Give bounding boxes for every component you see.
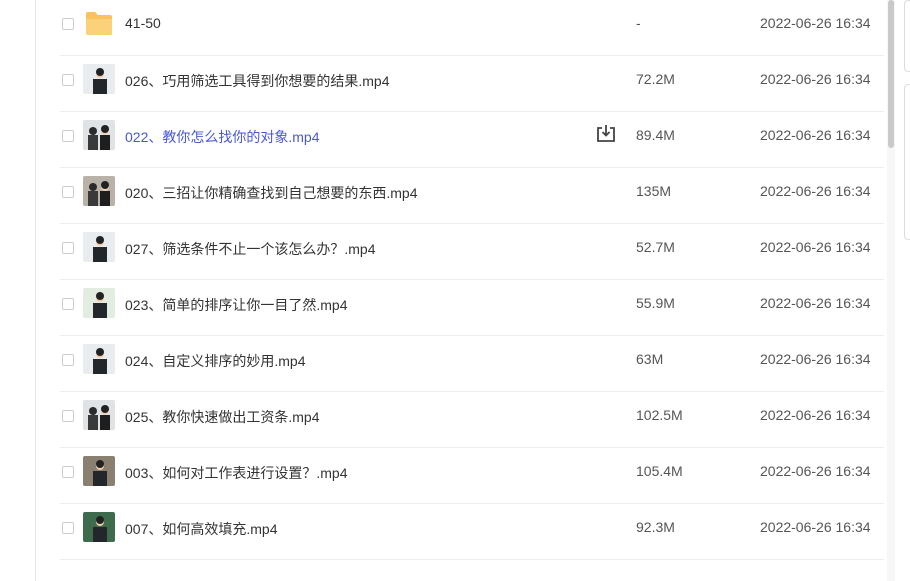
file-name[interactable]: 41-50: [125, 15, 161, 31]
modified-date: 2022-06-26 16:34: [760, 71, 871, 87]
file-size: 52.7M: [636, 239, 675, 255]
file-row[interactable]: 025、教你快速做出工资条.mp4 102.5M 2022-06-26 16:34: [60, 392, 884, 448]
file-row[interactable]: 024、自定义排序的妙用.mp4 63M 2022-06-26 16:34: [60, 336, 884, 392]
file-name[interactable]: 020、三招让你精确查找到自己想要的东西.mp4: [125, 183, 417, 203]
file-size: 72.2M: [636, 71, 675, 87]
file-row[interactable]: 026、巧用筛选工具得到你想要的结果.mp4 72.2M 2022-06-26 16…: [60, 56, 884, 112]
file-size: 105.4M: [636, 463, 683, 479]
file-size: 89.4M: [636, 127, 675, 143]
file-size: 55.9M: [636, 295, 675, 311]
content-left-border: [35, 0, 36, 581]
download-icon[interactable]: [595, 123, 617, 145]
file-size: 63M: [636, 351, 664, 367]
file-size: 102.5M: [636, 407, 683, 423]
file-row[interactable]: 007、如何高效填充.mp4 92.3M 2022-06-26 16:34: [60, 504, 884, 560]
scrollbar-thumb[interactable]: [888, 0, 894, 148]
video-thumbnail: [83, 176, 115, 206]
modified-date: 2022-06-26 16:34: [760, 15, 871, 31]
modified-date: 2022-06-26 16:34: [760, 127, 871, 143]
video-thumbnail: [83, 64, 115, 94]
file-size: -: [636, 15, 641, 31]
modified-date: 2022-06-26 16:34: [760, 519, 871, 535]
modified-date: 2022-06-26 16:34: [760, 183, 871, 199]
video-thumbnail: [83, 232, 115, 262]
video-thumbnail: [83, 400, 115, 430]
modified-date: 2022-06-26 16:34: [760, 239, 871, 255]
file-name[interactable]: 023、简单的排序让你一目了然.mp4: [125, 295, 347, 315]
file-row[interactable]: 003、如何对工作表进行设置？.mp4 105.4M 2022-06-26 16:3…: [60, 448, 884, 504]
file-name[interactable]: 024、自定义排序的妙用.mp4: [125, 351, 305, 371]
row-checkbox[interactable]: [62, 130, 74, 142]
row-checkbox[interactable]: [62, 466, 74, 478]
modified-date: 2022-06-26 16:34: [760, 295, 871, 311]
folder-icon: [84, 9, 114, 37]
file-name[interactable]: 007、如何高效填充.mp4: [125, 519, 277, 539]
row-checkbox[interactable]: [62, 18, 74, 30]
file-row[interactable]: 020、三招让你精确查找到自己想要的东西.mp4 135M 2022-06-26 1…: [60, 168, 884, 224]
video-thumbnail: [83, 288, 115, 318]
file-name[interactable]: 022、教你怎么找你的对象.mp4: [125, 127, 319, 147]
file-row[interactable]: 027、筛选条件不止一个该怎么办？.mp4 52.7M 2022-06-26 16:…: [60, 224, 884, 280]
row-checkbox[interactable]: [62, 298, 74, 310]
video-thumbnail: [83, 344, 115, 374]
row-checkbox[interactable]: [62, 410, 74, 422]
modified-date: 2022-06-26 16:34: [760, 407, 871, 423]
side-panel-bottom: [904, 84, 910, 240]
file-name[interactable]: 003、如何对工作表进行设置？.mp4: [125, 463, 347, 483]
file-size: 92.3M: [636, 519, 675, 535]
row-checkbox[interactable]: [62, 242, 74, 254]
file-name[interactable]: 026、巧用筛选工具得到你想要的结果.mp4: [125, 71, 389, 91]
file-name[interactable]: 025、教你快速做出工资条.mp4: [125, 407, 319, 427]
side-panel-top: [904, 0, 910, 72]
row-checkbox[interactable]: [62, 522, 74, 534]
modified-date: 2022-06-26 16:34: [760, 463, 871, 479]
file-name[interactable]: 027、筛选条件不止一个该怎么办？.mp4: [125, 239, 375, 259]
row-checkbox[interactable]: [62, 186, 74, 198]
file-row[interactable]: 022、教你怎么找你的对象.mp4 89.4M 2022-06-26 16:34: [60, 112, 884, 168]
file-row[interactable]: 023、简单的排序让你一目了然.mp4 55.9M 2022-06-26 16:34: [60, 280, 884, 336]
file-size: 135M: [636, 183, 672, 199]
modified-date: 2022-06-26 16:34: [760, 351, 871, 367]
video-thumbnail: [83, 512, 115, 542]
folder-row[interactable]: 41-50 - 2022-06-26 16:34: [60, 0, 884, 56]
video-thumbnail: [83, 456, 115, 486]
video-thumbnail: [83, 120, 115, 150]
row-checkbox[interactable]: [62, 74, 74, 86]
row-checkbox[interactable]: [62, 354, 74, 366]
